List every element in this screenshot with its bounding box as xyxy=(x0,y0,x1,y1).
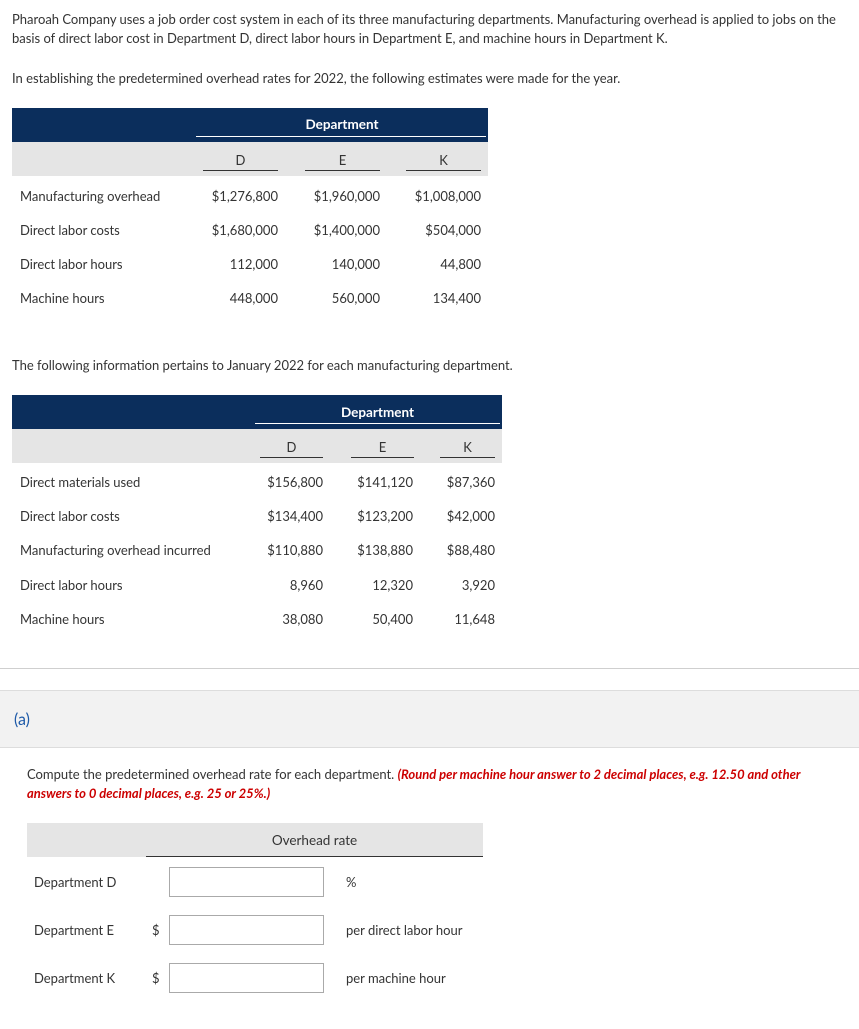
table2-row-label: Manufacturing overhead incurred xyxy=(20,542,211,558)
overhead-rate-header: Overhead rate xyxy=(271,832,358,848)
january-intro: The following information pertains to Ja… xyxy=(12,357,513,373)
table2-cell: $156,800 xyxy=(267,474,323,490)
table1-row-label: Manufacturing overhead xyxy=(20,188,161,204)
table2-cell: $123,200 xyxy=(357,508,413,524)
table1-cell: $1,680,000 xyxy=(211,222,278,238)
dollar-prefix: $ xyxy=(152,922,160,938)
table2-cell: 50,400 xyxy=(372,611,413,627)
table1-cell: 140,000 xyxy=(331,256,380,272)
table2-row-label: Machine hours xyxy=(20,611,105,627)
table2-cell: 8,960 xyxy=(289,577,323,593)
divider xyxy=(146,856,483,857)
table2-cell: 3,920 xyxy=(461,577,495,593)
part-header-bar xyxy=(0,690,859,748)
table1-department-header: Department xyxy=(305,116,379,132)
table1-cell: $504,000 xyxy=(425,222,481,238)
answer-row-label-k: Department K xyxy=(34,970,116,986)
table1-cell: $1,960,000 xyxy=(313,188,380,204)
dollar-prefix: $ xyxy=(152,970,160,986)
percent-suffix: % xyxy=(346,874,357,890)
estimates-intro: In establishing the predetermined overhe… xyxy=(12,70,621,86)
problem-statement: Pharoah Company uses a job order cost sy… xyxy=(12,11,836,46)
divider xyxy=(406,170,481,171)
department-e-rate-input[interactable] xyxy=(169,915,324,945)
table1-cell: 112,000 xyxy=(229,256,278,272)
answer-row-label-e: Department E xyxy=(34,922,115,938)
table2-cell: 11,648 xyxy=(454,611,495,627)
table2-cell: $87,360 xyxy=(446,474,495,490)
divider xyxy=(203,170,278,171)
table1-header-underline xyxy=(196,136,486,137)
table1-cell: $1,008,000 xyxy=(414,188,481,204)
table2-cell: $88,480 xyxy=(446,542,495,558)
table1-cell: 448,000 xyxy=(229,290,278,306)
direct-labor-hour-suffix: per direct labor hour xyxy=(346,922,463,938)
table2-col-d: D xyxy=(286,439,297,455)
table2-col-k: K xyxy=(463,439,472,455)
table2-column-bar xyxy=(12,429,502,463)
department-k-rate-input[interactable] xyxy=(169,963,324,993)
table1-row-label: Direct labor hours xyxy=(20,256,123,272)
instruction-text: Compute the predetermined overhead rate … xyxy=(27,766,395,782)
table2-cell: $42,000 xyxy=(446,508,495,524)
table2-cell: $141,120 xyxy=(357,474,413,490)
table2-cell: 38,080 xyxy=(282,611,323,627)
answer-row-label-d: Department D xyxy=(34,874,117,890)
table1-cell: $1,400,000 xyxy=(313,222,380,238)
table2-row-label: Direct labor costs xyxy=(20,508,120,524)
table1-col-k: K xyxy=(439,152,448,168)
table1-cell: 134,400 xyxy=(432,290,481,306)
table2-header-underline xyxy=(255,423,500,424)
table2-cell: $138,880 xyxy=(357,542,413,558)
table2-row-label: Direct labor hours xyxy=(20,577,123,593)
table2-cell: 12,320 xyxy=(372,577,413,593)
table1-row-label: Machine hours xyxy=(20,290,105,306)
table1-col-d: D xyxy=(235,152,246,168)
table1-row-label: Direct labor costs xyxy=(20,222,120,238)
machine-hour-suffix: per machine hour xyxy=(346,970,446,986)
department-d-rate-input[interactable] xyxy=(169,867,324,897)
table2-cell: $134,400 xyxy=(267,508,323,524)
part-label: (a) xyxy=(14,710,30,729)
table2-row-label: Direct materials used xyxy=(20,474,141,490)
table2-col-e: E xyxy=(378,439,387,455)
divider xyxy=(440,457,495,458)
table1-col-e: E xyxy=(338,152,347,168)
table2-department-header: Department xyxy=(340,404,415,420)
part-instruction: Compute the predetermined overhead rate … xyxy=(27,765,847,803)
table1-cell: $1,276,800 xyxy=(211,188,278,204)
divider xyxy=(305,170,380,171)
table1-cell: 560,000 xyxy=(331,290,380,306)
section-divider xyxy=(0,668,859,669)
table2-cell: $110,880 xyxy=(267,542,323,558)
table1-cell: 44,800 xyxy=(440,256,481,272)
divider xyxy=(351,457,414,458)
divider xyxy=(260,457,323,458)
